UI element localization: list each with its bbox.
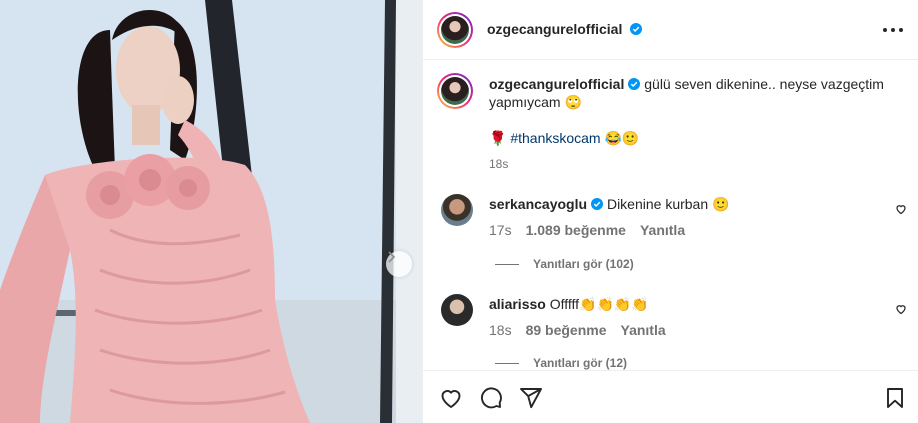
comment-username[interactable]: serkancayoglu (489, 196, 587, 212)
comment-meta: 18s 89 beğenme Yanıtla (489, 321, 666, 339)
comment-avatar[interactable] (441, 294, 473, 326)
verified-badge-icon (591, 198, 604, 210)
comment-likes[interactable]: 1.089 beğenme (526, 222, 626, 238)
comment-time[interactable]: 17s (489, 222, 512, 238)
more-options-button[interactable] (883, 22, 903, 38)
post-photo-illustration (0, 0, 422, 423)
view-replies-button[interactable]: Yanıtları gör (12) (495, 356, 627, 370)
comment-like-heart-icon[interactable] (895, 203, 907, 215)
view-replies-label: Yanıtları gör (12) (533, 356, 628, 370)
next-image-button[interactable] (386, 251, 412, 277)
heart-icon[interactable] (439, 386, 463, 410)
comment-time[interactable]: 18s (489, 322, 512, 338)
comment: aliarisso Offfff👏👏👏👏 (489, 295, 649, 313)
post-caption: ozgecangurelofficial gülü seven dikenine… (489, 75, 899, 173)
comment-avatar[interactable] (441, 194, 473, 226)
post-image[interactable] (0, 0, 422, 423)
comment-text: Offfff👏👏👏👏 (549, 296, 649, 312)
author-username[interactable]: ozgecangurelofficial (487, 21, 622, 37)
caption-avatar[interactable] (437, 73, 473, 109)
author-avatar[interactable] (437, 12, 473, 48)
chevron-right-icon (388, 251, 396, 263)
verified-badge-icon (630, 23, 643, 35)
comment-username[interactable]: aliarisso (489, 296, 546, 312)
comment-text: Dikenine kurban 🙂 (606, 196, 730, 212)
comment: serkancayoglu Dikenine kurban 🙂 (489, 195, 729, 213)
comment-icon[interactable] (479, 386, 503, 410)
more-options-icon (883, 28, 887, 32)
view-replies-button[interactable]: Yanıtları gör (102) (495, 257, 634, 271)
reply-button[interactable]: Yanıtla (640, 222, 685, 238)
comment-likes[interactable]: 89 beğenme (526, 322, 607, 338)
post-side-panel: ozgecangurelofficial ozgecangurelofficia… (422, 0, 918, 423)
caption-username[interactable]: ozgecangurelofficial (489, 76, 624, 92)
view-replies-label: Yanıtları gör (102) (533, 257, 634, 271)
caption-emojis: 😂🙂 (600, 130, 640, 146)
post-header: ozgecangurelofficial (423, 0, 918, 60)
share-icon[interactable] (519, 386, 543, 410)
comment-like-heart-icon[interactable] (895, 303, 907, 315)
bookmark-icon[interactable] (883, 386, 907, 410)
comments-list[interactable]: ozgecangurelofficial gülü seven dikenine… (423, 61, 918, 370)
verified-badge-icon (628, 78, 641, 90)
comment-meta: 17s 1.089 beğenme Yanıtla (489, 221, 685, 239)
post-time[interactable]: 18s (489, 157, 508, 171)
post-action-bar (423, 370, 918, 423)
reply-button[interactable]: Yanıtla (621, 322, 666, 338)
caption-emoji: 🌹 (489, 130, 507, 146)
hashtag-link[interactable]: #thankskocam (510, 130, 600, 146)
